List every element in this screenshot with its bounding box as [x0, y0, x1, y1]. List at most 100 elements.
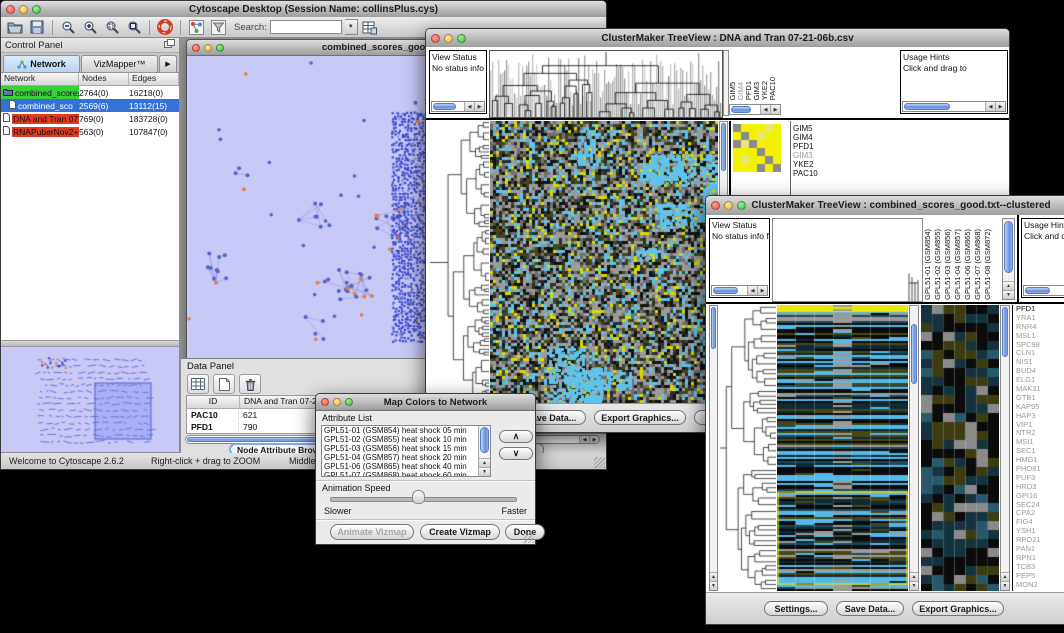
zoom-button[interactable]	[737, 201, 746, 210]
scroll-down-arrow-icon[interactable]: ▼	[1001, 581, 1009, 590]
tab-overflow-arrow[interactable]: ▶	[159, 55, 177, 72]
close-button[interactable]	[431, 34, 440, 43]
column-dendrogram-canvas[interactable]	[772, 218, 923, 302]
scrollbar-thumb[interactable]	[721, 123, 726, 171]
zoom-selected-button[interactable]	[102, 18, 122, 36]
search-dropdown-arrow-icon[interactable]: ▼	[345, 19, 358, 35]
resize-grip[interactable]	[594, 457, 605, 468]
float-panel-icon[interactable]	[164, 39, 175, 51]
scroll-left-arrow-icon[interactable]: ◀	[760, 105, 770, 114]
network-list-row[interactable]: DNA and Tran 07769(0)183728(0)	[1, 112, 179, 125]
resize-grip[interactable]	[523, 532, 534, 543]
zoom-in-button[interactable]	[80, 18, 100, 36]
scroll-up-arrow-icon[interactable]: ▲	[710, 572, 717, 581]
zoom-button[interactable]	[457, 34, 466, 43]
scroll-down-arrow-icon[interactable]: ▼	[479, 467, 490, 476]
scroll-down-arrow-icon[interactable]: ▼	[1003, 290, 1014, 299]
birdseye-view-canvas[interactable]	[1, 347, 179, 451]
close-button[interactable]	[6, 5, 15, 14]
zoom-heatmap-canvas[interactable]	[733, 124, 781, 172]
scrollbar-thumb[interactable]	[911, 324, 917, 384]
scroll-right-arrow-icon[interactable]: ▶	[757, 286, 767, 295]
treeview1-title-bar[interactable]: ClusterMaker TreeView : DNA and Tran 07-…	[426, 29, 1009, 48]
scroll-right-arrow-icon[interactable]: ▶	[589, 436, 599, 443]
scroll-down-arrow-icon[interactable]: ▼	[710, 581, 717, 590]
scrollbar-thumb[interactable]	[904, 103, 950, 110]
usage-hints-scrollbar[interactable]	[1023, 285, 1064, 296]
tab-vizmapper[interactable]: VizMapper™	[81, 55, 158, 72]
close-button[interactable]	[192, 44, 200, 52]
open-session-button[interactable]	[5, 18, 25, 36]
report-button[interactable]	[360, 18, 380, 36]
tab-network[interactable]: Network	[3, 55, 80, 72]
close-button[interactable]	[711, 201, 720, 210]
export-graphics-button[interactable]: Export Graphics...	[594, 410, 686, 425]
scrollbar-thumb[interactable]	[711, 307, 716, 349]
settings-button[interactable]: Settings...	[764, 601, 828, 616]
network-list-row[interactable]: combined_sco2569(6)13112(15)	[1, 99, 179, 112]
scrollbar-thumb[interactable]	[1025, 287, 1050, 294]
scrollbar-thumb[interactable]	[731, 106, 751, 113]
view-status-scrollbar[interactable]: ◀▶	[431, 101, 485, 112]
attribute-listbox[interactable]: GPL51-01 (GSM854) heat shock 05 minGPL51…	[321, 425, 491, 477]
zoom-out-button[interactable]	[58, 18, 78, 36]
usage-hints-scrollbar[interactable]: ◀▶	[902, 101, 1006, 112]
main-title-bar[interactable]: Cytoscape Desktop (Session Name: collins…	[1, 1, 606, 18]
close-button[interactable]	[321, 398, 329, 406]
minimize-button[interactable]	[19, 5, 28, 14]
column-dendrogram-canvas[interactable]	[489, 50, 723, 118]
zoom-button[interactable]	[345, 398, 353, 406]
minimize-button[interactable]	[724, 201, 733, 210]
scroll-up-arrow-icon[interactable]: ▲	[910, 572, 918, 581]
scroll-right-arrow-icon[interactable]: ▶	[995, 102, 1005, 111]
create-vizmap-button[interactable]: Create Vizmap	[420, 524, 500, 540]
scroll-left-arrow-icon[interactable]: ◀	[747, 286, 757, 295]
column-label-scrollbar[interactable]: ◀▶	[729, 104, 781, 115]
filter-button[interactable]	[208, 18, 228, 36]
scrollbar-thumb[interactable]	[1004, 221, 1013, 273]
zoom-fit-button[interactable]	[124, 18, 144, 36]
dialog-title-bar[interactable]: Map Colors to Network	[316, 394, 535, 411]
help-ring-button[interactable]	[155, 18, 175, 36]
scrollbar-thumb[interactable]	[480, 427, 489, 453]
heatmap-vertical-scrollbar[interactable]: ▲▼	[909, 305, 919, 591]
global-heatmap-canvas[interactable]	[490, 121, 718, 404]
minimize-button[interactable]	[444, 34, 453, 43]
column-header-edges[interactable]: Edges	[129, 73, 179, 85]
global-heatmap-canvas[interactable]	[777, 305, 908, 591]
attribute-item[interactable]: GPL51-02 (GSM855) heat shock 10 min	[322, 435, 490, 444]
animation-speed-slider-thumb[interactable]	[412, 490, 425, 504]
attribute-item[interactable]: GPL51-06 (GSM865) heat shock 40 min	[322, 462, 490, 471]
scroll-up-arrow-icon[interactable]: ▲	[1003, 281, 1014, 290]
delete-attribute-button[interactable]	[239, 374, 261, 394]
move-up-button[interactable]: ∧	[499, 430, 533, 443]
attribute-item[interactable]: GPL51-03 (GSM856) heat shock 15 min	[322, 444, 490, 453]
export-graphics-button[interactable]: Export Graphics...	[912, 601, 1004, 616]
move-down-button[interactable]: ∨	[499, 447, 533, 460]
scrollbar-thumb[interactable]	[713, 287, 738, 294]
column-header-network[interactable]: Network	[1, 73, 79, 85]
minimize-button[interactable]	[204, 44, 212, 52]
label-vertical-scrollbar[interactable]: ▲▼	[1002, 218, 1015, 300]
attribute-item[interactable]: GPL51-01 (GSM854) heat shock 05 min	[322, 426, 490, 435]
row-dendrogram-canvas[interactable]	[429, 121, 489, 404]
scroll-left-arrow-icon[interactable]: ◀	[579, 436, 589, 443]
save-session-button[interactable]	[27, 18, 47, 36]
scroll-up-arrow-icon[interactable]: ▲	[479, 458, 490, 467]
zoom-button[interactable]	[32, 5, 41, 14]
scroll-left-arrow-icon[interactable]: ◀	[985, 102, 995, 111]
scrollbar-thumb[interactable]	[433, 103, 456, 110]
minimize-button[interactable]	[333, 398, 341, 406]
network-list-row[interactable]: RNAPuberNov2+563(0)107847(0)	[1, 125, 179, 138]
zoom-button[interactable]	[216, 44, 224, 52]
zoom-vertical-scrollbar[interactable]: ▲▼	[1000, 305, 1010, 591]
new-attribute-button[interactable]	[213, 374, 235, 394]
scroll-right-arrow-icon[interactable]: ▶	[770, 105, 780, 114]
scroll-up-arrow-icon[interactable]: ▲	[1001, 572, 1009, 581]
attribute-item[interactable]: GPL51-04 (GSM857) heat shock 20 min	[322, 453, 490, 462]
zoom-heatmap-canvas[interactable]	[921, 305, 999, 591]
search-input[interactable]	[270, 20, 342, 34]
row-dendrogram-canvas[interactable]	[719, 305, 776, 591]
vizmapper-button[interactable]	[186, 18, 206, 36]
column-header-nodes[interactable]: Nodes	[79, 73, 129, 85]
